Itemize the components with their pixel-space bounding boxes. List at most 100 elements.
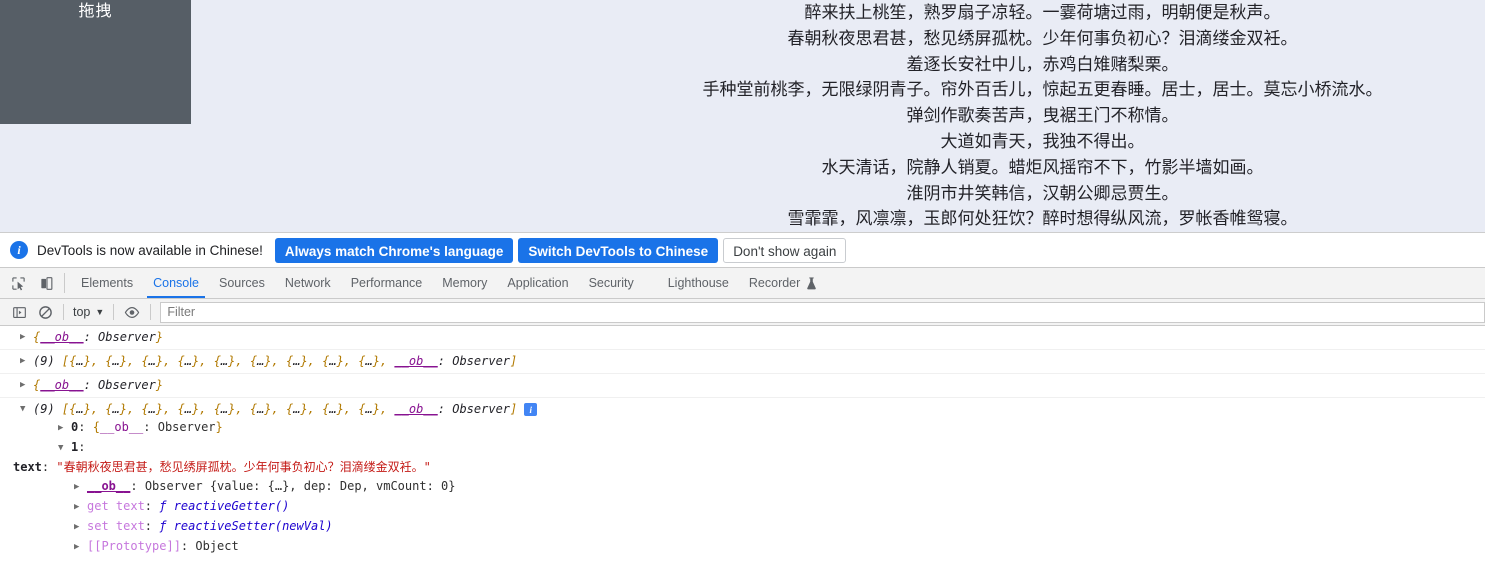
console-property-text: text: "春朝秋夜思君甚，愁见绣屏孤枕。少年何事负初心？泪滴缕金双衽。" [13, 460, 431, 474]
poem-line: 醉来扶上桃笙，熟罗扇子凉轻。一霎荷塘过雨，明朝便是秋声。 [804, 3, 1281, 22]
console-context-label: top [73, 305, 91, 319]
console-message-list[interactable]: ▶ {__ob__: Observer} ▶ (9) [{…}, {…}, {…… [0, 326, 1485, 575]
console-property-row: text: "春朝秋夜思君甚，愁见绣屏孤枕。少年何事负初心？泪滴缕金双衽。" [0, 458, 1485, 477]
console-message-text: {__ob__: Observer} [33, 378, 164, 392]
dont-show-again-button[interactable]: Don't show again [723, 237, 847, 263]
tab-label: Application [507, 276, 569, 290]
toolbar-divider [113, 304, 115, 320]
property-value-string: "春朝秋夜思君甚，愁见绣屏孤枕。少年何事负初心？泪滴缕金双衽。" [56, 460, 431, 474]
setter-function: ƒ reactiveSetter(newVal) [159, 519, 333, 533]
expand-triangle-icon[interactable]: ▶ [74, 477, 87, 497]
tab-label: Security [588, 276, 634, 290]
poem-line: 雪霏霏，风凛凛，玉郎何处狂饮？醉时想得纵风流，罗帐香帷鸳寝。 [787, 209, 1298, 229]
tab-label: Memory [442, 276, 488, 290]
console-property-row[interactable]: ▼ 1: [0, 438, 1485, 458]
expand-triangle-icon[interactable]: ▶ [74, 497, 87, 517]
expand-triangle-icon[interactable]: ▶ [74, 517, 87, 537]
tab-security[interactable]: Security [579, 268, 644, 298]
tab-application[interactable]: Application [497, 268, 578, 298]
devtools-panel: i DevTools is now available in Chinese! … [0, 232, 1485, 575]
property-key-ob: __ob__ [87, 479, 131, 493]
getter-label: get text [87, 499, 145, 513]
poem-line: 羞逐长安社中儿，赤鸡白雉赌梨栗。 [906, 54, 1179, 74]
tab-label: Sources [218, 276, 265, 290]
console-message-text: (9) [{…}, {…}, {…}, {…}, {…}, {…}, {…}, … [33, 354, 518, 368]
console-property-text: get text: ƒ reactiveGetter() [87, 499, 290, 513]
tab-recorder[interactable]: Recorder [739, 268, 827, 298]
property-key-text: text [13, 460, 42, 474]
expand-triangle-icon[interactable]: ▶ [20, 353, 33, 370]
tab-label: Recorder [748, 276, 801, 290]
clear-console-icon[interactable] [32, 300, 58, 324]
console-message-row[interactable]: ▶ {__ob__: Observer} [0, 374, 1485, 398]
collapse-triangle-icon[interactable]: ▼ [58, 438, 71, 458]
poem-line: 水天清话，院静人销夏。蜡炬风摇帘不下，竹影半墙如画。 [821, 157, 1264, 177]
console-message-text: (9) [{…}, {…}, {…}, {…}, {…}, {…}, {…}, … [33, 401, 1485, 417]
console-message-row[interactable]: ▶ (9) [{…}, {…}, {…}, {…}, {…}, {…}, {…}… [0, 350, 1485, 374]
expand-triangle-icon[interactable]: ▶ [20, 329, 33, 346]
console-toolbar: top ▼ [0, 299, 1485, 326]
console-filter-input[interactable] [160, 301, 1485, 323]
tab-memory[interactable]: Memory [432, 268, 497, 298]
web-page-viewport: 拖拽 醉来扶上桃笙，熟罗扇子凉轻。一霎荷塘过雨，明朝便是秋声。 春朝秋夜思君甚，… [0, 0, 1485, 232]
tab-performance[interactable]: Performance [341, 268, 433, 298]
prototype-label: [[Prototype]] [87, 539, 181, 553]
tab-label: Elements [81, 276, 134, 290]
console-sidebar-icon[interactable] [6, 300, 32, 324]
toolbar-divider [63, 304, 64, 320]
locale-notification-bar: i DevTools is now available in Chinese! … [0, 233, 1485, 268]
tab-sources[interactable]: Sources [209, 268, 275, 298]
console-info-badge[interactable]: i [524, 403, 538, 416]
expand-triangle-icon[interactable]: ▶ [74, 537, 87, 557]
draggable-panel-label: 拖拽 [78, 3, 113, 20]
poem-line-list: 醉来扶上桃笙，熟罗扇子凉轻。一霎荷塘过雨，明朝便是秋声。 春朝秋夜思君甚，愁见绣… [600, 0, 1485, 232]
flask-experimental-icon [806, 276, 817, 290]
console-property-text: 0: {__ob__: Observer} [71, 420, 223, 434]
chevron-down-icon: ▼ [95, 306, 105, 317]
switch-devtools-to-chinese-button[interactable]: Switch DevTools to Chinese [518, 237, 719, 263]
poem-line: 淮阴市井笑韩信，汉朝公卿忌贾生。 [906, 183, 1179, 203]
tab-label: Network [284, 276, 331, 290]
console-property-text: __ob__: Observer {value: {…}, dep: Dep, … [87, 479, 456, 493]
poem-line: 大道如青天，我独不得出。 [940, 131, 1145, 151]
console-message-text: {__ob__: Observer} [33, 330, 164, 344]
tab-elements[interactable]: Elements [71, 268, 143, 298]
tab-label: Lighthouse [667, 276, 729, 290]
tab-label: Console [153, 276, 199, 290]
property-value-observer: Observer {value: {…}, dep: Dep, vmCount:… [144, 479, 456, 493]
tab-console[interactable]: Console [143, 268, 209, 298]
devtools-tab-bar: Elements Console Sources Network Perform… [0, 268, 1485, 299]
console-property-row[interactable]: ▶ get text: ƒ reactiveGetter() [0, 497, 1485, 517]
poem-line: 手种堂前桃李，无限绿阴青子。帘外百舌儿，惊起五更春睡。居士，居士。莫忘小桥流水。 [702, 80, 1383, 100]
draggable-panel[interactable]: 拖拽 [0, 0, 191, 124]
expand-triangle-icon[interactable]: ▶ [20, 377, 33, 394]
expand-triangle-icon[interactable]: ▶ [58, 418, 71, 438]
console-context-selector[interactable]: top ▼ [69, 305, 108, 319]
console-message-row[interactable]: ▼ (9) [{…}, {…}, {…}, {…}, {…}, {…}, {…}… [0, 398, 1485, 557]
console-property-text: 1: [71, 440, 86, 454]
console-property-row[interactable]: ▶ [[Prototype]]: Object [0, 537, 1485, 557]
console-property-text: [[Prototype]]: Object [87, 539, 239, 553]
console-property-text: set text: ƒ reactiveSetter(newVal) [87, 519, 333, 533]
tab-network[interactable]: Network [275, 268, 341, 298]
tab-label: Performance [350, 276, 423, 290]
console-property-row[interactable]: ▶ 0: {__ob__: Observer} [0, 418, 1485, 438]
poem-line: 弹剑作歌奏苦声，曳裾王门不称情。 [906, 106, 1179, 126]
info-circle-icon: i [10, 241, 28, 259]
inspect-element-icon[interactable] [4, 268, 32, 298]
tab-lighthouse[interactable]: Lighthouse [658, 268, 739, 298]
always-match-chrome-language-button[interactable]: Always match Chrome's language [274, 237, 514, 263]
toolbar-divider [150, 304, 152, 320]
console-property-row[interactable]: ▶ __ob__: Observer {value: {…}, dep: Dep… [0, 477, 1485, 497]
live-expression-eye-icon[interactable] [119, 300, 145, 324]
collapse-triangle-icon[interactable]: ▼ [20, 401, 33, 418]
poem-line: 春朝秋夜思君甚，愁见绣屏孤枕。少年何事负初心？泪滴缕金双衽。 [787, 28, 1298, 48]
device-toolbar-icon[interactable] [32, 268, 60, 298]
tabbar-divider [64, 273, 65, 293]
prototype-value: Object [195, 539, 239, 553]
locale-notification-message: DevTools is now available in Chinese! [37, 242, 263, 258]
console-message-row[interactable]: ▶ {__ob__: Observer} [0, 326, 1485, 350]
setter-label: set text [87, 519, 145, 533]
getter-function: ƒ reactiveGetter() [159, 499, 290, 513]
console-property-row[interactable]: ▶ set text: ƒ reactiveSetter(newVal) [0, 517, 1485, 537]
